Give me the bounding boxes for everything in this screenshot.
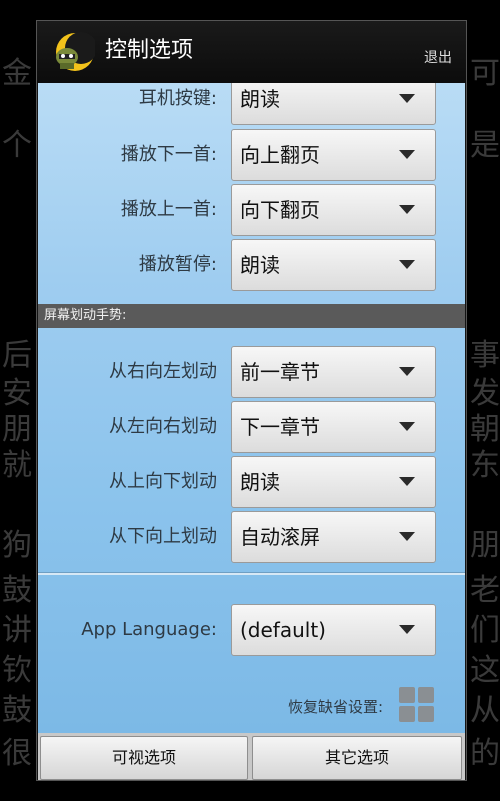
app-logo-icon — [56, 32, 95, 71]
play-next-dropdown[interactable]: 向上翻页 — [231, 129, 436, 181]
option-label: 从下向上划动 — [109, 526, 217, 547]
dropdown-value: 朗读 — [240, 87, 280, 111]
bg-char: 朋 — [470, 528, 500, 563]
exit-button[interactable]: 退出 — [424, 47, 452, 67]
dialog-title-bar: 控制选项 退出 — [37, 21, 466, 83]
dropdown-value: 朗读 — [240, 253, 280, 277]
section-divider — [38, 572, 465, 575]
dropdown-value: 前一章节 — [240, 360, 320, 384]
bg-char: 这 — [470, 653, 500, 688]
dropdown-value: 下一章节 — [240, 415, 320, 439]
bg-char: 狗 — [2, 528, 32, 563]
restore-defaults-label: 恢复缺省设置: — [287, 698, 383, 716]
bg-char: 可 — [470, 56, 500, 91]
dropdown-arrow-icon — [399, 625, 415, 634]
option-row-app-language: App Language: (default) — [38, 604, 465, 656]
option-label: 播放暂停: — [138, 254, 217, 275]
headset-key-dropdown[interactable]: 朗读 — [231, 83, 436, 125]
swipe-right-to-left-dropdown[interactable]: 前一章节 — [231, 346, 436, 398]
option-row-swipe-right-to-left: 从右向左划动 前一章节 — [38, 346, 465, 398]
option-row-play-previous: 播放上一首: 向下翻页 — [38, 184, 465, 236]
play-previous-dropdown[interactable]: 向下翻页 — [231, 184, 436, 236]
options-content[interactable]: 耳机按键: 朗读 播放下一首: 向上翻页 播放上一首: 向下翻页 播放暂停: 朗… — [38, 83, 465, 733]
option-row-headset-key: 耳机按键: 朗读 — [38, 83, 465, 125]
dropdown-arrow-icon — [399, 367, 415, 376]
dropdown-value: 向下翻页 — [240, 198, 320, 222]
gesture-section-header: 屏幕划动手势: — [38, 304, 465, 328]
bg-char: 讲 — [2, 613, 32, 648]
bg-char: 就 — [2, 448, 32, 483]
bg-char: 鼓 — [2, 573, 32, 608]
dropdown-arrow-icon — [399, 150, 415, 159]
dropdown-arrow-icon — [399, 260, 415, 269]
app-language-dropdown[interactable]: (default) — [231, 604, 436, 656]
dropdown-arrow-icon — [399, 477, 415, 486]
bg-char: 们 — [470, 613, 500, 648]
swipe-top-to-bottom-dropdown[interactable]: 朗读 — [231, 456, 436, 508]
other-options-button[interactable]: 其它选项 — [252, 736, 462, 780]
option-row-swipe-left-to-right: 从左向右划动 下一章节 — [38, 401, 465, 453]
swipe-left-to-right-dropdown[interactable]: 下一章节 — [231, 401, 436, 453]
bg-char: 从 — [470, 693, 500, 728]
control-options-dialog: 控制选项 退出 耳机按键: 朗读 播放下一首: 向上翻页 播放上一首: 向下翻页 — [36, 20, 467, 781]
bg-char: 个 — [2, 128, 32, 163]
option-label: 从左向右划动 — [109, 416, 217, 437]
bottom-button-bar: 可视选项 其它选项 — [38, 733, 465, 780]
bg-char: 东 — [470, 448, 500, 483]
option-row-swipe-top-to-bottom: 从上向下划动 朗读 — [38, 456, 465, 508]
option-row-swipe-bottom-to-top: 从下向上划动 自动滚屏 — [38, 511, 465, 563]
option-label: App Language: — [81, 619, 217, 640]
dropdown-arrow-icon — [399, 422, 415, 431]
dropdown-arrow-icon — [399, 94, 415, 103]
bg-char: 是 — [470, 128, 500, 163]
dropdown-value: 自动滚屏 — [240, 525, 320, 549]
play-pause-dropdown[interactable]: 朗读 — [231, 239, 436, 291]
dropdown-value: 向上翻页 — [240, 143, 320, 167]
option-label: 耳机按键: — [138, 88, 217, 109]
bg-char: 很 — [2, 736, 32, 771]
option-label: 播放上一首: — [120, 199, 217, 220]
dropdown-arrow-icon — [399, 205, 415, 214]
option-row-play-pause: 播放暂停: 朗读 — [38, 239, 465, 291]
restore-defaults-grid-icon[interactable] — [399, 687, 435, 723]
visual-options-button[interactable]: 可视选项 — [40, 736, 248, 780]
option-label: 从右向左划动 — [109, 361, 217, 382]
option-label: 从上向下划动 — [109, 471, 217, 492]
dropdown-value: (default) — [240, 618, 326, 642]
bg-char: 鼓 — [2, 693, 32, 728]
bg-char: 老 — [470, 573, 500, 608]
bg-char: 的 — [470, 736, 500, 771]
bg-char: 钦 — [2, 653, 32, 688]
option-row-play-next: 播放下一首: 向上翻页 — [38, 129, 465, 181]
option-label: 播放下一首: — [120, 144, 217, 165]
dropdown-arrow-icon — [399, 532, 415, 541]
bg-char: 金 — [2, 56, 32, 91]
dialog-title: 控制选项 — [105, 38, 194, 63]
dropdown-value: 朗读 — [240, 470, 280, 494]
swipe-bottom-to-top-dropdown[interactable]: 自动滚屏 — [231, 511, 436, 563]
